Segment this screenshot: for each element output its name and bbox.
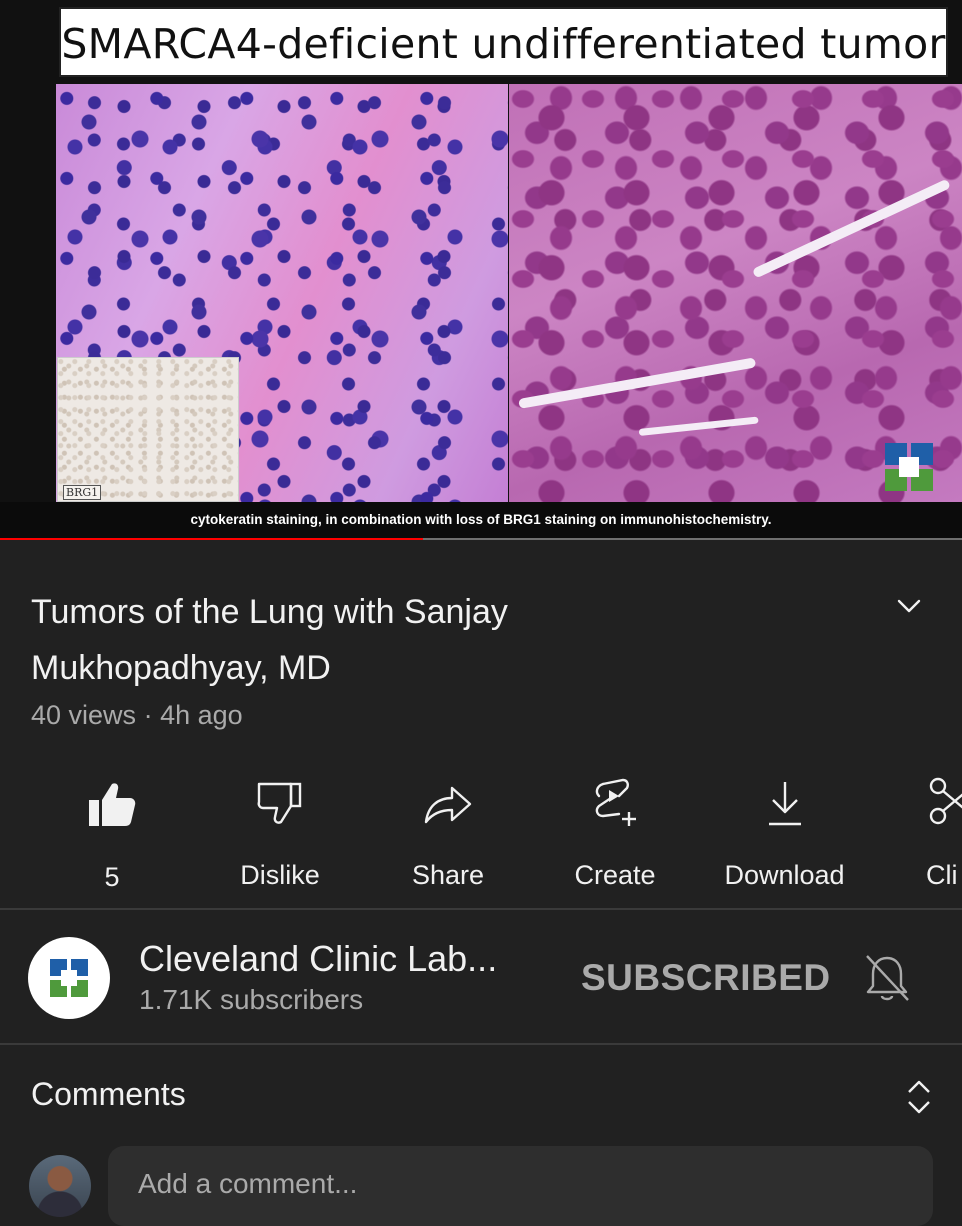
subscriber-count: 1.71K subscribers (139, 984, 364, 1015)
progress-fill (0, 538, 424, 540)
dislike-label: Dislike (240, 860, 320, 890)
clip-label: Cli (926, 860, 958, 890)
comments-title[interactable]: Comments (31, 1076, 186, 1113)
channel-name[interactable]: Cleveland Clinic Lab... (139, 938, 497, 980)
dislike-button[interactable]: Dislike (220, 770, 340, 890)
download-button[interactable]: Download (712, 770, 857, 890)
subscribed-button[interactable]: SUBSCRIBED (581, 957, 831, 999)
create-label: Create (574, 860, 656, 890)
clip-button[interactable]: Cli (920, 770, 962, 890)
share-label: Share (411, 860, 485, 890)
video-title-line-2: Mukhopadhyay, MD (31, 649, 331, 687)
ihc-inset-image (57, 357, 239, 502)
video-caption: cytokeratin staining, in combination wit… (0, 502, 962, 538)
meta-separator: · (143, 700, 153, 730)
inset-label: BRG1 (63, 485, 102, 500)
view-count: 40 views (31, 700, 137, 730)
thumbs-up-filled-icon (89, 783, 136, 826)
clip-scissors-icon (929, 777, 962, 825)
video-player[interactable]: SMARCA4-deficient undifferentiated tumor… (0, 0, 962, 540)
video-title[interactable]: Tumors of the Lung with Sanjay Mukhopadh… (31, 584, 831, 696)
comment-placeholder: Add a comment... (138, 1168, 358, 1199)
video-title-line-1: Tumors of the Lung with Sanjay (31, 593, 508, 631)
share-arrow-icon (424, 786, 472, 824)
divider (0, 1043, 962, 1045)
cleveland-clinic-logo-icon (885, 443, 933, 491)
like-count: 5 (104, 862, 120, 892)
expand-collapse-icon[interactable] (904, 1078, 934, 1116)
create-button[interactable]: Create (560, 770, 670, 890)
progress-bar[interactable] (0, 538, 962, 540)
like-button[interactable]: 5 (72, 770, 152, 892)
create-remix-icon (595, 778, 636, 826)
video-metadata: 40 views · 4h ago (31, 700, 243, 731)
share-button[interactable]: Share (398, 770, 498, 890)
user-avatar (29, 1155, 91, 1217)
slide-title: SMARCA4-deficient undifferentiated tumor (59, 7, 948, 77)
bell-off-icon[interactable] (862, 952, 912, 1004)
download-icon (768, 782, 801, 826)
cleveland-clinic-avatar-icon (50, 959, 88, 997)
comment-input[interactable]: Add a comment... (108, 1146, 933, 1226)
channel-avatar[interactable] (28, 937, 110, 1019)
download-label: Download (724, 860, 845, 890)
thumbs-down-icon (257, 782, 302, 824)
histology-image-right (509, 84, 962, 502)
upload-age: 4h ago (160, 700, 243, 730)
chevron-down-icon[interactable] (895, 592, 923, 620)
divider (0, 908, 962, 910)
action-row: 5 Dislike Share Create Download Cli (0, 770, 962, 892)
